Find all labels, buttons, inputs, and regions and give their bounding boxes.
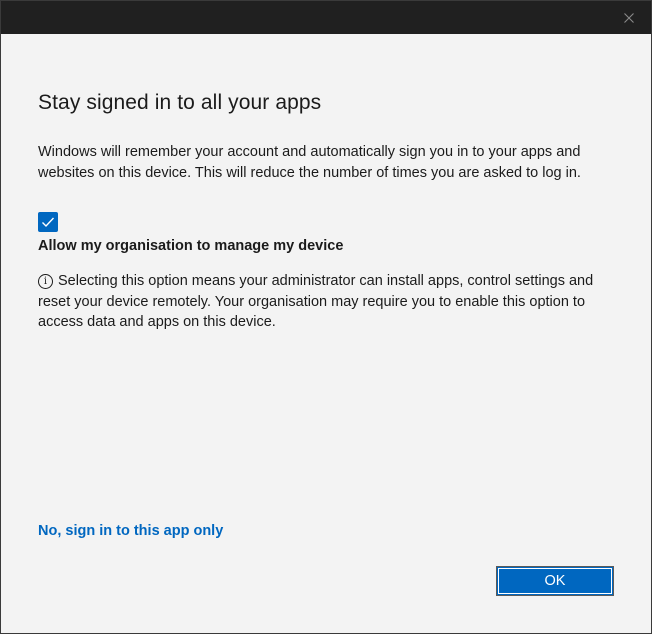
dialog-window: Stay signed in to all your apps Windows …: [0, 0, 652, 634]
info-text: Selecting this option means your adminis…: [38, 273, 594, 330]
manage-device-checkbox[interactable]: [38, 212, 58, 232]
close-icon: [624, 13, 634, 23]
ok-button[interactable]: OK: [496, 566, 614, 596]
manage-device-label: Allow my organisation to manage my devic…: [38, 238, 344, 254]
dialog-content: Stay signed in to all your apps Windows …: [1, 34, 651, 633]
close-button[interactable]: [613, 5, 645, 31]
info-message: i Selecting this option means your admini…: [38, 271, 623, 333]
title-bar: [1, 1, 651, 34]
sign-in-app-only-link[interactable]: No, sign in to this app only: [38, 523, 223, 539]
info-icon: i: [38, 274, 53, 289]
dialog-description: Windows will remember your account and a…: [38, 144, 581, 181]
checkmark-icon: [42, 217, 55, 228]
dialog-title: Stay signed in to all your apps: [38, 91, 322, 114]
